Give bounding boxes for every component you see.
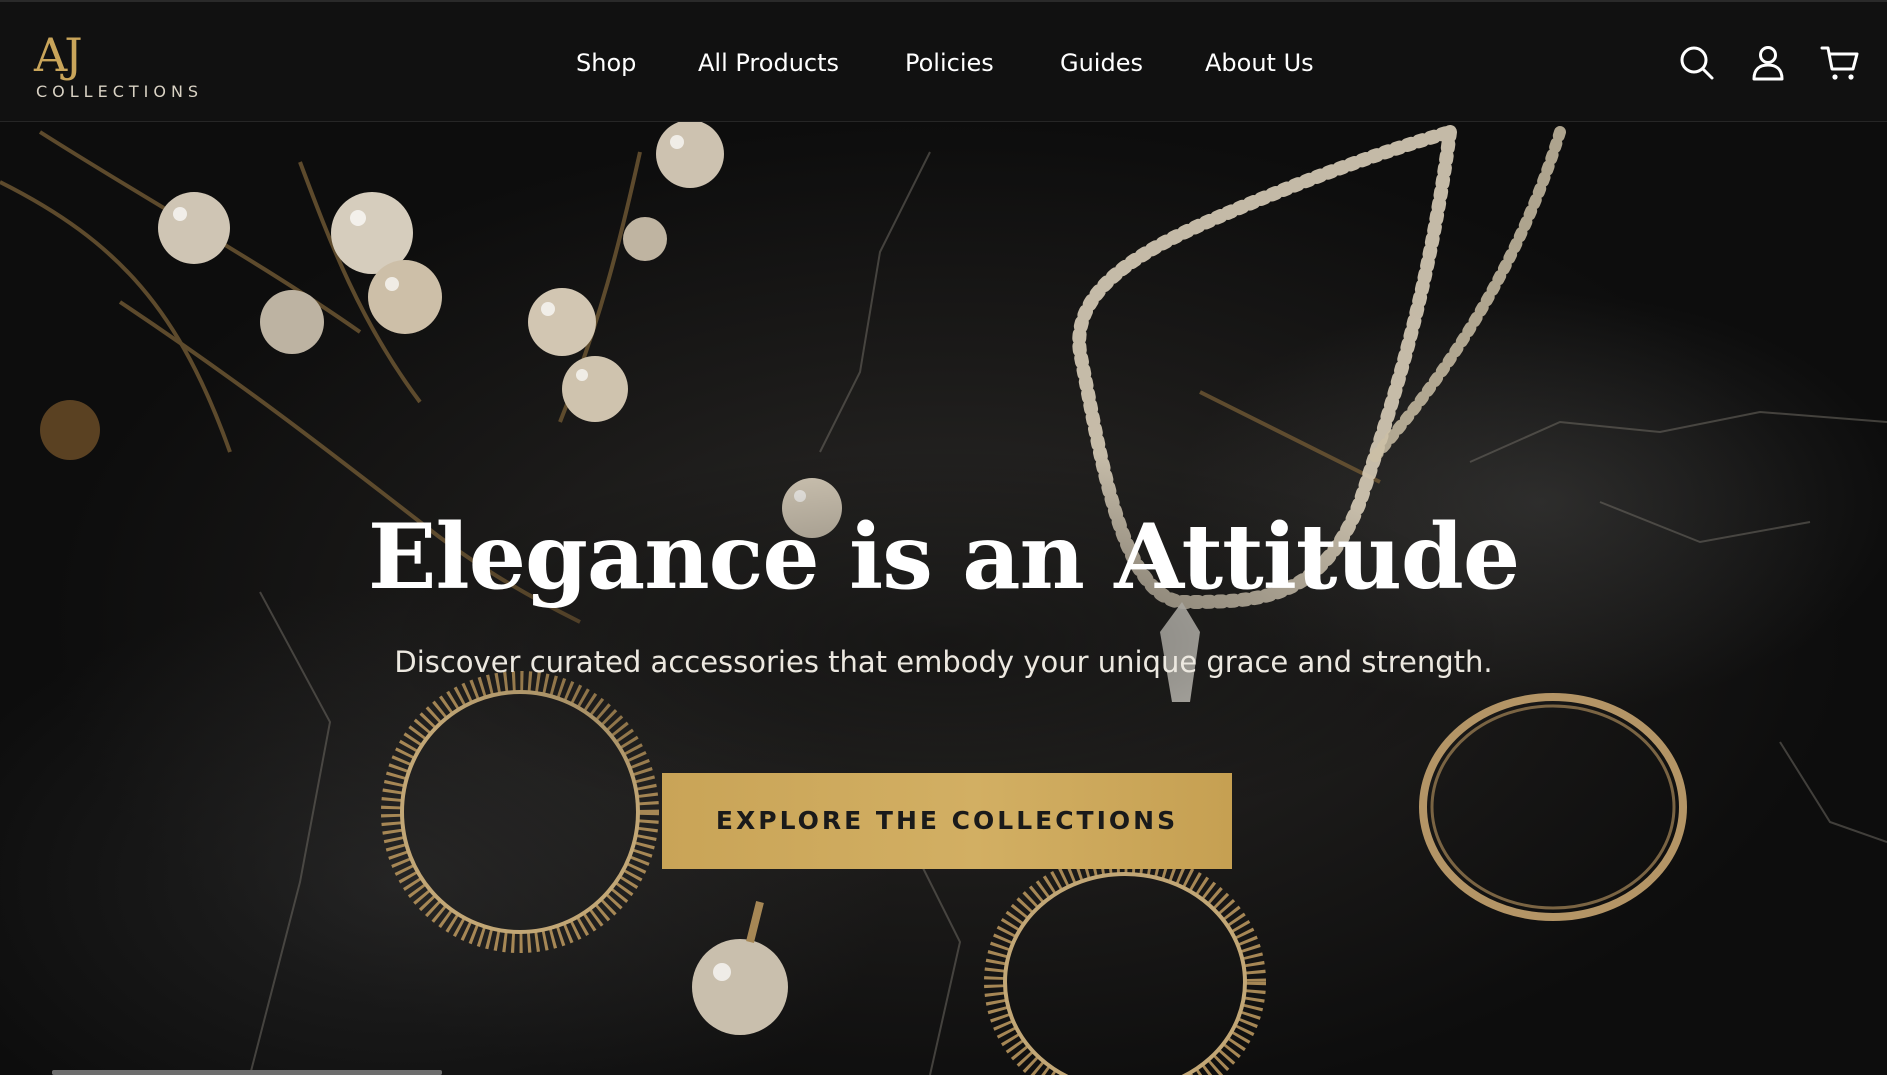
account-button[interactable] [1748,43,1788,83]
horizontal-scrollbar[interactable] [52,1070,442,1075]
hero-title: Elegance is an Attitude [367,504,1520,610]
search-button[interactable] [1677,43,1717,83]
site-header: AJ COLLECTIONS Shop All Products Policie… [0,0,1887,122]
main-nav: Shop All Products Policies Guides About … [0,2,1887,124]
user-icon [1752,46,1784,81]
hero-banner: Elegance is an Attitude Discover curated… [0,122,1887,1075]
explore-collections-button[interactable]: EXPLORE THE COLLECTIONS [662,773,1232,869]
nav-item-shop[interactable]: Shop [576,46,636,80]
nav-item-about-us[interactable]: About Us [1205,46,1314,80]
cart-button[interactable] [1820,43,1860,83]
nav-item-all-products[interactable]: All Products [698,46,839,80]
search-icon [1680,46,1714,80]
cart-icon [1820,46,1859,80]
nav-item-guides[interactable]: Guides [1060,46,1143,80]
nav-item-policies[interactable]: Policies [905,46,994,80]
hero-subtitle: Discover curated accessories that embody… [394,645,1493,679]
